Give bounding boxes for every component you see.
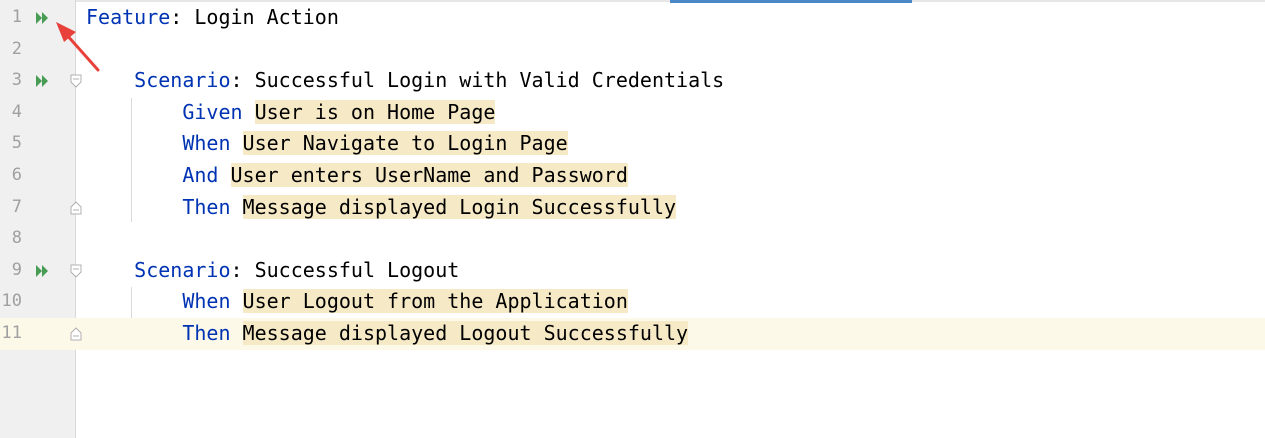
step-text: User Navigate to Login Page [242,131,568,156]
code-line: 4 Given User is on Home Page [0,97,1265,129]
line-number: 7 [11,196,22,217]
line-number: 5 [11,133,22,154]
step-line[interactable]: Then Message displayed Login Successfull… [86,192,677,224]
code-line: 9 Scenario: Successful Logout [0,255,1265,287]
code-line: 6 And User enters UserName and Password [0,160,1265,192]
fold-end-marker-icon[interactable] [70,327,82,341]
feature-separator: : [170,5,195,29]
step-line[interactable]: When User Navigate to Login Page [86,128,568,160]
scenario-line[interactable]: Scenario: Successful Logout [86,255,459,287]
step-text: User Logout from the Application [242,289,628,314]
line-number: 11 [1,323,22,343]
scenario-line[interactable]: Scenario: Successful Login with Valid Cr… [86,65,724,97]
line-number: 9 [11,259,22,280]
fold-marker-icon[interactable] [70,264,82,278]
step-keyword: And [182,163,219,187]
line-number: 8 [11,228,22,249]
feature-name: Login Action [194,5,339,29]
step-line[interactable]: Given User is on Home Page [86,97,496,129]
fold-end-marker-icon[interactable] [70,200,82,215]
scenario-separator: : [230,68,255,93]
feature-line[interactable]: Feature: Login Action [86,2,339,34]
step-text: Message displayed Login Successfully [242,194,677,219]
scenario-name: Successful Login with Valid Credentials [254,68,725,93]
step-keyword: Then [182,321,231,345]
red-arrow-icon [56,22,100,72]
line-number: 4 [11,101,22,122]
scenario-separator: : [230,257,255,282]
code-line: 10 When User Logout from the Application [0,286,1265,318]
step-text: User is on Home Page [254,99,496,124]
step-keyword: Given [182,99,243,124]
code-line: 7 Then Message displayed Login Successfu… [0,192,1265,224]
scenario-name: Successful Logout [254,257,460,282]
scenario-keyword: Scenario [134,68,231,93]
step-line[interactable]: When User Logout from the Application [86,286,628,318]
step-text: User enters UserName and Password [230,163,628,187]
code-line: 5 When User Navigate to Login Page [0,128,1265,160]
code-line: 2 [0,34,1265,66]
code-editor[interactable]: 1 Feature: Login Action 2 3 Scenario: Su… [0,0,1265,438]
step-line[interactable]: Then Message displayed Logout Successful… [86,318,689,350]
line-number: 6 [11,165,22,185]
code-line: 8 [0,223,1265,255]
step-keyword: When [182,289,231,314]
step-line[interactable]: And User enters UserName and Password [86,160,628,192]
code-line-current: 11 Then Message displayed Logout Success… [0,318,1265,350]
code-line: 1 Feature: Login Action [0,2,1265,34]
code-line: 3 Scenario: Successful Login with Valid … [0,65,1265,97]
step-text: Message displayed Logout Successfully [242,321,689,345]
step-keyword: Then [182,194,231,219]
line-number: 10 [1,291,22,312]
scenario-keyword: Scenario [134,257,231,282]
run-double-arrow-icon[interactable] [34,263,50,279]
step-keyword: When [182,131,231,156]
